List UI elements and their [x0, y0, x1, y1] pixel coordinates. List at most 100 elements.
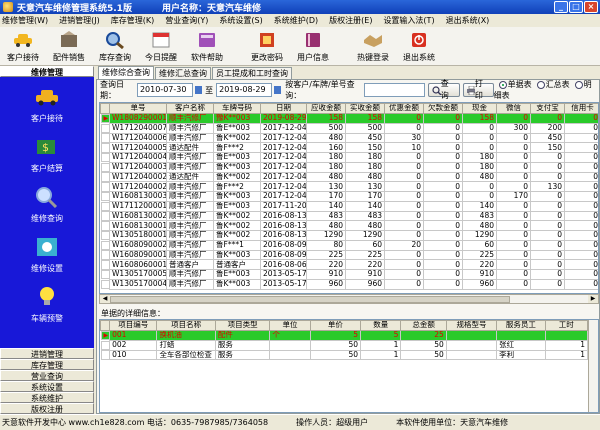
menu-item[interactable]: 系统设置(S) [219, 15, 262, 26]
menu-item[interactable]: 进销管理(J) [59, 15, 100, 26]
menu-item[interactable]: 退出系统(X) [446, 15, 490, 26]
print-button[interactable]: 打印 [462, 79, 494, 100]
toolbar-button[interactable]: 配件销售 [46, 27, 92, 66]
table-row[interactable]: W1712040002 通达配件 鲁K**002 2017-12-04 480 480 0 0… [100, 171, 598, 183]
tab[interactable]: 维修综合查询 [98, 66, 154, 79]
radio-button[interactable] [498, 80, 507, 89]
maximize-button[interactable]: □ [569, 1, 583, 13]
scroll-right-icon[interactable]: ▶ [588, 295, 598, 303]
toolbar-button[interactable]: 客户接待 [0, 27, 46, 66]
table-row[interactable]: W1712040003 顺丰汽修厂 鲁K**003 2017-12-04 180 180 0… [100, 161, 598, 173]
table-row[interactable]: 002 打蜡 服务 50 1 50 张红 1 [100, 339, 589, 351]
keyword-input[interactable] [364, 83, 426, 97]
column-header[interactable] [100, 320, 111, 331]
tab[interactable]: 员工提成和工时查询 [212, 67, 292, 79]
vertical-scrollbar[interactable] [588, 320, 598, 412]
sidebar-item[interactable]: 维修查询 [7, 185, 87, 235]
column-header[interactable]: 单号 [109, 103, 167, 114]
column-header[interactable]: 实收金额 [345, 103, 385, 114]
column-header[interactable]: 车牌号码 [213, 103, 261, 114]
table-cell: 50 [400, 349, 447, 361]
column-header[interactable]: 优惠金额 [384, 103, 424, 114]
calendar-icon[interactable] [273, 86, 282, 94]
table-row[interactable]: W1711200001 顺丰汽修厂 鲁E**003 2017-11-20 140 140 0… [100, 200, 598, 212]
table-row[interactable]: W1712040006 顺丰汽修厂 鲁K**002 2017-12-04 480 450 3… [100, 132, 598, 144]
sidebar-header[interactable]: 库存管理 [0, 359, 94, 370]
toolbar-button[interactable]: 库存查询 [92, 27, 138, 66]
table-row[interactable]: 010 全车各部位检查 服务 50 1 50 李利 1 [100, 349, 589, 361]
column-header[interactable] [100, 103, 110, 114]
table-row[interactable]: W1608130001 顺丰汽修厂 鲁K**002 2016-08-13 480 480 0… [100, 220, 598, 231]
table-row[interactable]: W1305180001 顺丰汽修厂 鲁K**002 2016-08-13 1290 129… [100, 230, 598, 241]
table-row[interactable]: W1608090001 顺丰汽修厂 鲁K**003 2016-08-09 225 225 0… [100, 249, 598, 261]
table-row[interactable]: W1608130003 顺丰汽修厂 鲁K**003 2017-12-04 170 170 0… [100, 191, 598, 202]
menu-item[interactable]: 设置输入法(T) [383, 15, 434, 26]
minimize-button[interactable]: _ [554, 1, 568, 13]
column-header[interactable]: 应收金额 [306, 103, 346, 114]
table-cell: 2017-12-04 [260, 161, 307, 173]
scroll-left-icon[interactable]: ◀ [100, 295, 110, 303]
sidebar-header[interactable]: 系统设置 [0, 381, 94, 392]
radio-button[interactable] [574, 80, 583, 89]
column-header[interactable]: 服务员工 [496, 320, 546, 331]
column-header[interactable]: 工时 [544, 320, 589, 331]
column-header[interactable]: 数量 [360, 320, 402, 331]
sidebar-header-repair[interactable]: 维修管理 [0, 66, 94, 77]
menu-item[interactable]: 版权注册(E) [329, 15, 372, 26]
table-cell: 0 [423, 269, 463, 280]
column-header[interactable]: 现金 [462, 103, 497, 114]
menu-item[interactable]: 库存管理(K) [111, 15, 155, 26]
close-button[interactable]: × [584, 1, 598, 13]
table-row[interactable]: W1305170005 顺丰汽修厂 鲁E**003 2013-05-17 910 910 0… [100, 269, 598, 280]
toolbar-button[interactable]: 用户信息 [290, 27, 336, 66]
column-header[interactable]: 单价 [309, 320, 362, 331]
sidebar-header[interactable]: 进销管理 [0, 348, 94, 359]
column-header[interactable]: 规格型号 [445, 320, 498, 331]
date-to-field[interactable]: 2019-08-29 [216, 83, 272, 97]
table-row[interactable]: W1712040002 顺丰汽修厂 鲁F***2 2017-12-04 130 130 0 0… [100, 181, 598, 192]
table-row[interactable]: W1608090002 顺丰汽修厂 鲁F***1 2016-08-09 80 60 20 0 6… [100, 239, 598, 251]
column-header[interactable]: 欠款金额 [423, 103, 463, 114]
horizontal-scrollbar[interactable]: ◀ ▶ [99, 294, 599, 304]
scroll-thumb[interactable] [110, 296, 510, 303]
column-header[interactable]: 单位 [269, 320, 311, 331]
sidebar-item[interactable]: 车辆预警 [7, 285, 87, 335]
menu-item[interactable]: 系统维护(D) [274, 15, 318, 26]
table-row[interactable]: W1712040004 顺丰汽修厂 鲁E**003 2017-12-04 180 180 0… [100, 152, 598, 163]
table-row[interactable]: W1608060001 普通客户 普通客户 2016-08-06 220 220 0 0 220… [100, 259, 598, 270]
table-row[interactable]: W1712040005 通达配件 鲁F***2 2017-12-04 160 150 10 0… [100, 142, 598, 153]
column-header[interactable]: 总金额 [400, 320, 447, 331]
tab[interactable]: 维修汇总查询 [155, 67, 211, 79]
sidebar-header[interactable]: 营业查询 [0, 370, 94, 381]
sidebar-header[interactable]: 版权注册 [0, 403, 94, 414]
column-header[interactable]: 信用卡 [564, 103, 598, 114]
table-header-row: 项目编号 项目名称 项目类型 单位 单价 数量 总金额 规格型号 服务员工 工时 [100, 320, 589, 331]
table-row[interactable]: ▶ 001 换机油 配件个 5 5 25 [100, 329, 589, 341]
sidebar-header[interactable]: 系统维护 [0, 392, 94, 403]
column-header[interactable]: 微信 [496, 103, 531, 114]
table-row[interactable]: ▶ W1808290001 顺丰汽修厂 豫K**003 2019-08-29 158 158… [100, 112, 598, 124]
calendar-icon[interactable] [194, 86, 203, 94]
table-row[interactable]: W1305170004 顺丰汽修厂 鲁K**003 2013-05-17 960 960 0… [100, 278, 598, 290]
column-header[interactable]: 项目名称 [156, 320, 216, 331]
table-row[interactable]: W1712040007 顺丰汽修厂 鲁E**003 2017-12-04 500 500 0… [100, 122, 598, 134]
column-header[interactable]: 客户名称 [166, 103, 214, 114]
toolbar-button[interactable]: 今日提醒 [138, 27, 184, 66]
menu-item[interactable]: 维修管理(W) [2, 15, 48, 26]
toolbar-button[interactable]: 更改密码 [244, 27, 290, 66]
sidebar-item[interactable]: 维修设置 [7, 235, 87, 285]
toolbar-button[interactable]: 软件帮助 [184, 27, 230, 66]
table-row[interactable]: W1608130002 顺丰汽修厂 鲁K**002 2016-08-13 483 483 0… [100, 210, 598, 222]
menu-item[interactable]: 营业查询(Y) [165, 15, 208, 26]
toolbar-button[interactable]: 退出系统 [396, 27, 442, 66]
query-button[interactable]: 查询 [428, 79, 460, 100]
column-header[interactable]: 项目类型 [214, 320, 271, 331]
toolbar-button[interactable]: 热键登录 [350, 27, 396, 66]
column-header[interactable]: 支付宝 [530, 103, 565, 114]
sidebar-item[interactable]: $ 客户结算 [7, 135, 87, 185]
column-header[interactable]: 项目编号 [109, 320, 158, 331]
sidebar-item[interactable]: 客户接待 [7, 85, 87, 135]
column-header[interactable]: 日期 [260, 103, 307, 114]
date-from-field[interactable]: 2010-07-30 [136, 83, 193, 97]
radio-button[interactable] [536, 80, 545, 89]
